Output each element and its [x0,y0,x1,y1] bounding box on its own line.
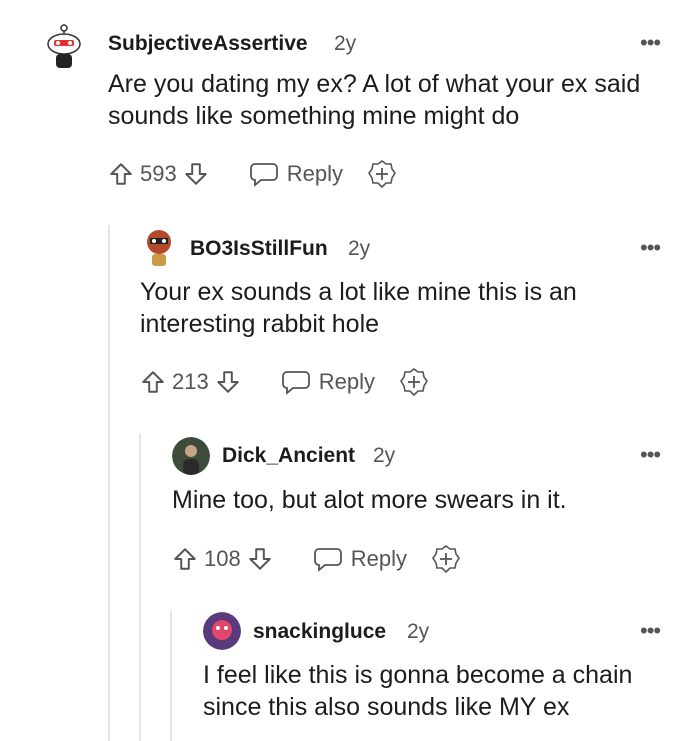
reply-label: Reply [350,546,407,571]
vote-count: 213 [172,369,209,394]
downvote-icon[interactable] [247,546,273,572]
reply-button[interactable]: Reply [281,368,375,396]
username[interactable]: Dick_Ancient [222,444,355,468]
comment-actions: 213 Reply [140,365,429,399]
more-options-icon[interactable]: ••• [640,237,661,259]
user-avatar-icon [172,437,210,475]
avatar[interactable] [172,437,210,475]
comment-body: Your ex sounds a lot like mine this is a… [140,278,577,338]
award-icon [400,368,428,397]
comment-actions: 108 Reply [172,542,461,576]
more-options-icon[interactable]: ••• [640,444,661,466]
reply-label: Reply [318,369,375,394]
reply-icon [281,371,310,395]
reply-label: Reply [286,161,343,186]
upvote-icon[interactable] [108,161,134,187]
username[interactable]: SubjectiveAssertive [108,32,308,56]
comment-body: I feel like this is gonna become a chain… [203,661,633,721]
avatar[interactable] [203,612,241,650]
user-avatar-icon [203,612,241,650]
timestamp: 2y [373,444,396,467]
award-button[interactable] [431,544,461,574]
timestamp: 2y [407,620,430,643]
username[interactable]: BO3IsStillFun [190,237,328,261]
comment-body: Are you dating my ex? A lot of what your… [108,70,641,130]
snoo-avatar-icon [147,230,171,266]
thread-line-level-1[interactable] [108,225,110,741]
comment-actions: 593 Reply [108,157,397,191]
avatar[interactable] [142,228,176,268]
award-icon [432,545,460,574]
award-button[interactable] [399,367,429,397]
more-options-icon[interactable]: ••• [640,620,661,642]
comment-body: Mine too, but alot more swears in it. [172,486,567,514]
thread-line-level-2[interactable] [139,433,141,741]
more-options-icon[interactable]: ••• [640,32,661,54]
vote-count: 593 [140,161,177,186]
upvote-icon[interactable] [172,546,198,572]
thread-line-level-3[interactable] [170,610,172,741]
downvote-icon[interactable] [215,369,241,395]
vote-controls: 593 [108,161,209,187]
downvote-icon[interactable] [183,161,209,187]
award-button[interactable] [367,159,397,189]
reply-button[interactable]: Reply [313,545,407,573]
reply-icon [249,163,278,187]
username[interactable]: snackingluce [253,620,386,644]
avatar[interactable] [42,22,86,70]
upvote-icon[interactable] [140,369,166,395]
timestamp: 2y [348,237,371,260]
vote-controls: 213 [140,369,241,395]
timestamp: 2y [334,32,357,55]
award-icon [368,160,396,189]
reply-button[interactable]: Reply [249,160,343,188]
vote-controls: 108 [172,546,273,572]
reply-icon [313,548,342,572]
vote-count: 108 [204,546,241,571]
snoo-avatar-icon [47,24,81,68]
